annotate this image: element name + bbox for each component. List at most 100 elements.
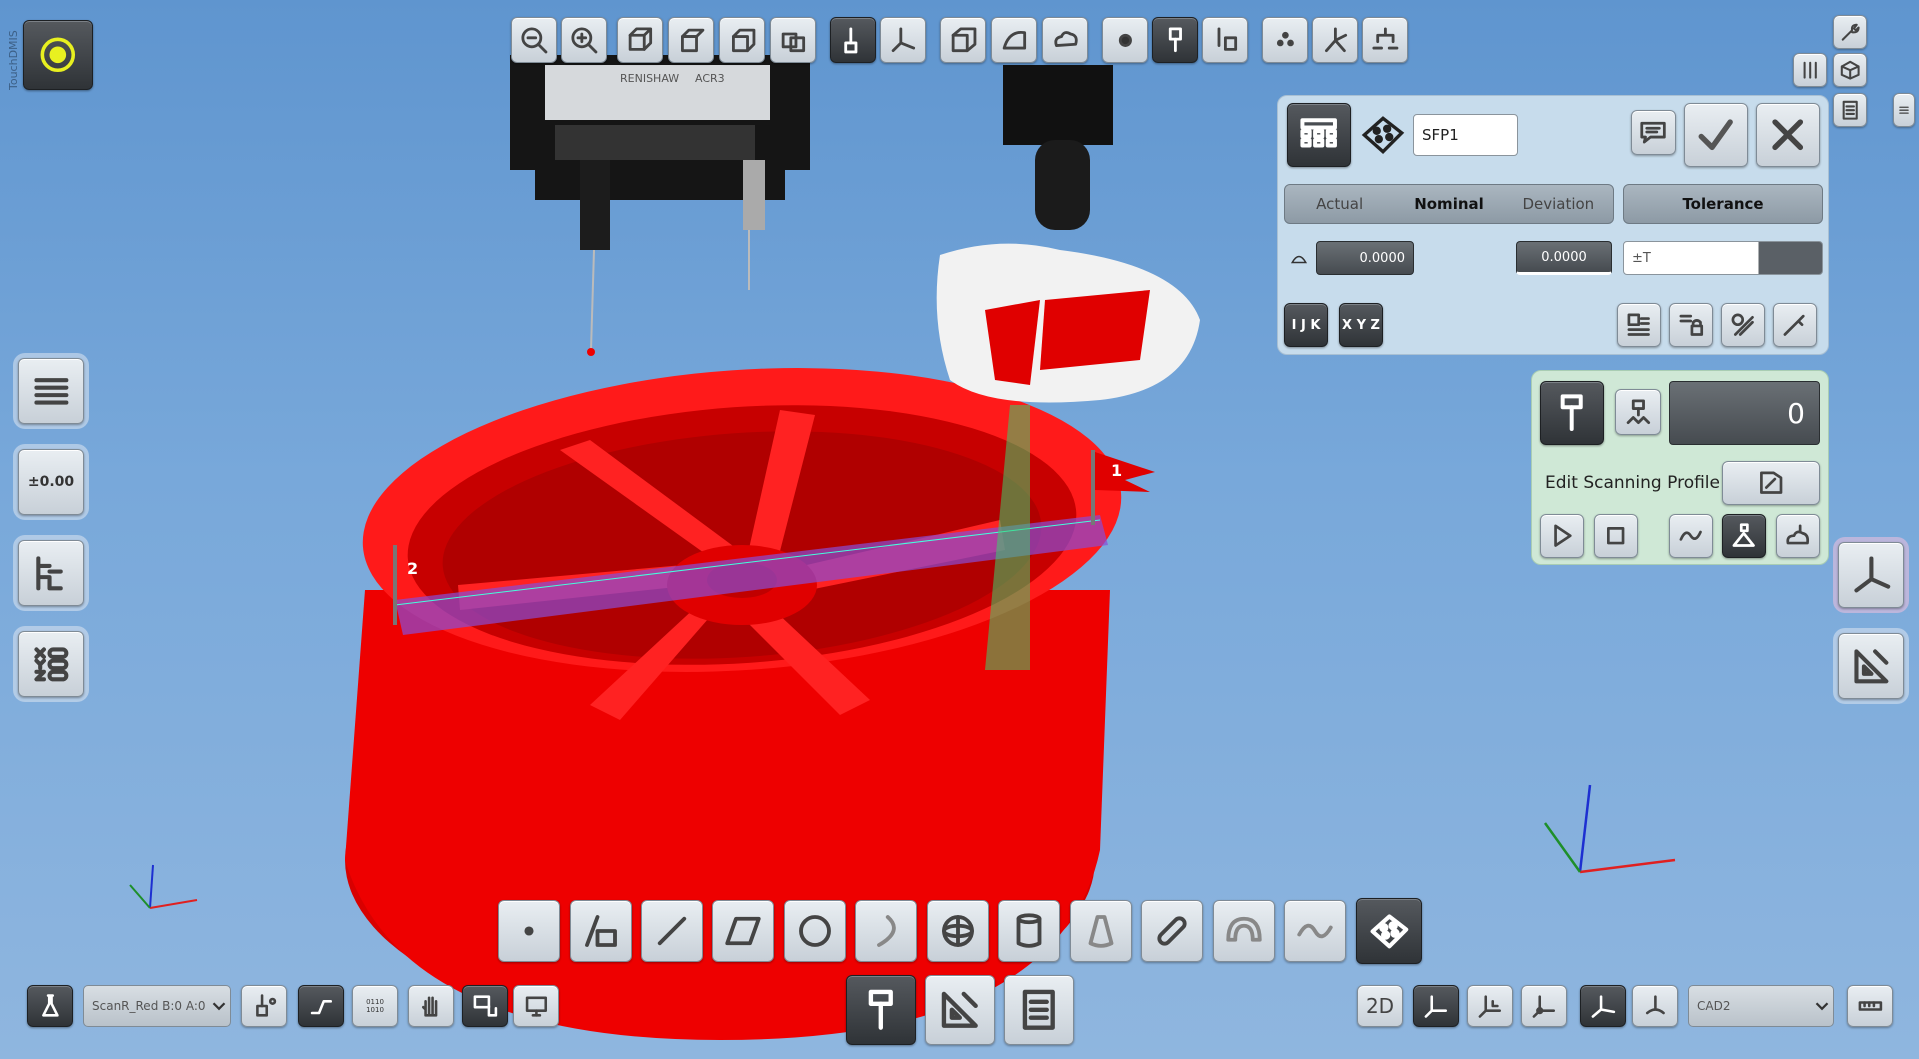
feature-sphere-button[interactable] [927, 900, 989, 962]
feature-curve-button[interactable] [1284, 900, 1346, 962]
align-origin-button[interactable] [1521, 985, 1567, 1027]
construct-mode-button[interactable] [925, 975, 995, 1045]
scan-probe-button[interactable] [1540, 381, 1604, 445]
display-button[interactable] [513, 985, 559, 1027]
report-button[interactable] [1833, 93, 1867, 127]
lock-list-button[interactable] [1669, 303, 1713, 347]
filter-button[interactable] [1721, 303, 1765, 347]
path-button[interactable] [1312, 17, 1358, 63]
axes-view-button[interactable] [1838, 542, 1904, 608]
zoom-in-button[interactable] [561, 17, 607, 63]
arc-icon [877, 915, 896, 947]
zoom-out-button[interactable] [511, 17, 557, 63]
xyz-readout-button[interactable] [18, 631, 84, 697]
probe-dropdown[interactable]: ScanR_Red B:0 A:0 [83, 985, 231, 1027]
feature-cone-button[interactable] [1070, 900, 1132, 962]
patch-scan-button[interactable] [1722, 514, 1766, 558]
scan-strategy-button[interactable] [1615, 389, 1661, 435]
cube-button[interactable] [1833, 53, 1867, 87]
feature-tree-button[interactable] [18, 540, 84, 606]
view-top-button[interactable] [668, 17, 714, 63]
ijk-button[interactable]: I J K [1284, 303, 1328, 347]
scan-counter-field[interactable]: 0 [1669, 381, 1820, 445]
coordinate-active-button[interactable] [1580, 985, 1626, 1027]
tolerance-tab[interactable]: Tolerance [1623, 184, 1823, 224]
view-front-button[interactable] [719, 17, 765, 63]
probe-move-button[interactable] [830, 17, 876, 63]
edge-point-icon [585, 915, 617, 947]
feature-plane-button[interactable] [712, 900, 774, 962]
point-mode-button[interactable] [1102, 17, 1148, 63]
feature-cylinder-button[interactable] [998, 900, 1060, 962]
feature-circle-button[interactable] [784, 900, 846, 962]
remote-control-button[interactable] [462, 985, 508, 1027]
feature-name-field[interactable]: SFP1 [1413, 114, 1518, 156]
feature-torus-button[interactable] [1213, 900, 1275, 962]
rotate-axes-icon [1645, 995, 1665, 1015]
probe-mode-button[interactable] [1152, 17, 1198, 63]
scan-strategy-icon [1626, 399, 1650, 424]
view-2d-button[interactable]: 2D [1357, 985, 1403, 1027]
view-section-button[interactable] [770, 17, 816, 63]
cancel-button[interactable] [1756, 103, 1820, 167]
deviation-value-field[interactable]: 0.0000 [1516, 241, 1612, 275]
accept-button[interactable] [1684, 103, 1748, 167]
feature-arc-button[interactable] [855, 900, 917, 962]
binary-program-button[interactable]: 0110 1010 [352, 985, 398, 1027]
cad-dropdown[interactable]: CAD2 [1688, 985, 1834, 1027]
coordinate-system-button[interactable] [880, 17, 926, 63]
stop-button[interactable] [1594, 514, 1638, 558]
feature-slot-button[interactable] [1141, 900, 1203, 962]
cloud-scan-button[interactable] [1776, 514, 1820, 558]
cad-box-button[interactable] [940, 17, 986, 63]
stop-icon [1607, 527, 1625, 545]
scan-settings-button[interactable] [1617, 303, 1661, 347]
move-path-button[interactable] [298, 985, 344, 1027]
marker-1-label: 1 [1111, 461, 1122, 480]
keypad-icon [1300, 118, 1338, 148]
tolerance-field[interactable]: ±T [1623, 241, 1823, 275]
feature-surface-button[interactable] [1356, 898, 1422, 964]
probe-pen-button[interactable] [1773, 303, 1817, 347]
xyz-button[interactable]: X Y Z [1339, 303, 1383, 347]
tab-nominal[interactable]: Nominal [1394, 185, 1503, 223]
view-iso-button[interactable] [617, 17, 663, 63]
cad-surface-button[interactable] [991, 17, 1037, 63]
align-xy-button[interactable] [1413, 985, 1459, 1027]
point-cloud-button[interactable] [1042, 17, 1088, 63]
manual-mode-button[interactable] [408, 985, 454, 1027]
probe-icon [1168, 27, 1182, 52]
list-button[interactable] [1893, 93, 1915, 127]
points-button[interactable] [1262, 17, 1308, 63]
probe-config-button[interactable] [1202, 17, 1248, 63]
menu-button[interactable] [18, 358, 84, 424]
hierarchy-button[interactable] [1362, 17, 1408, 63]
align-plane-button[interactable] [1467, 985, 1513, 1027]
probe-calibrate-button[interactable] [241, 985, 287, 1027]
hamburger-icon [34, 377, 68, 405]
feature-point-button[interactable] [498, 900, 560, 962]
styli-button[interactable] [1793, 53, 1827, 87]
tolerance-button[interactable]: ±0.00 [18, 449, 84, 515]
measure-tool-button[interactable] [1838, 633, 1904, 699]
tab-deviation[interactable]: Deviation [1504, 185, 1613, 223]
tab-actual[interactable]: Actual [1285, 185, 1394, 223]
coordinate-rotate-button[interactable] [1632, 985, 1678, 1027]
edit-profile-button[interactable] [1722, 461, 1820, 505]
report-mode-button[interactable] [1004, 975, 1074, 1045]
probe-select-button[interactable] [27, 985, 73, 1027]
laser-scanner-head [936, 65, 1200, 403]
keypad-button[interactable] [1287, 103, 1351, 167]
feature-panel: SFP1 Actual Nominal Deviation Tolerance … [1277, 95, 1829, 355]
measure-mode-button[interactable] [846, 975, 916, 1045]
probe-settings-icon [1217, 27, 1237, 51]
side-xyz-container [13, 626, 89, 702]
play-button[interactable] [1540, 514, 1584, 558]
feature-line-button[interactable] [641, 900, 703, 962]
feature-edge-button[interactable] [570, 900, 632, 962]
freeform-scan-button[interactable] [1669, 514, 1713, 558]
units-button[interactable] [1847, 985, 1893, 1027]
comment-button[interactable] [1631, 110, 1676, 155]
wrench-button[interactable] [1833, 15, 1867, 49]
nominal-value-field[interactable]: 0.0000 [1316, 241, 1414, 275]
